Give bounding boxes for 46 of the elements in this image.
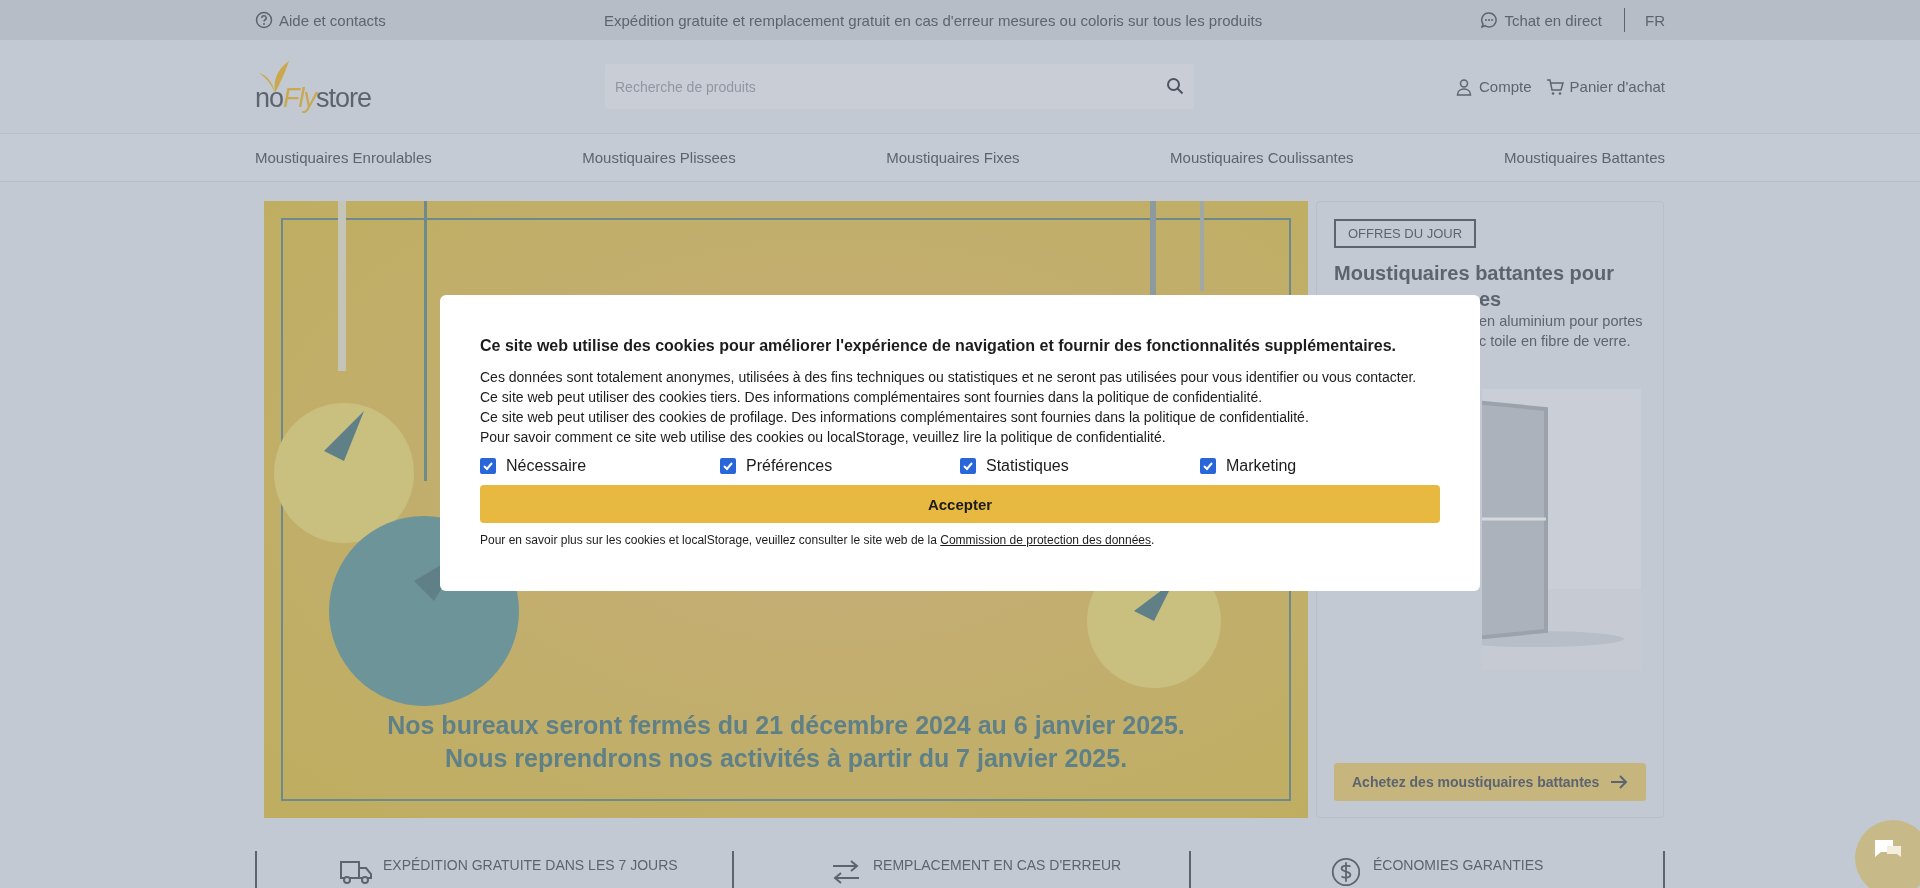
feature-label: ÉCONOMIES GARANTIES: [1373, 857, 1544, 873]
offer-title: es: [1479, 288, 1503, 311]
cart-link[interactable]: Panier d'achat: [1569, 78, 1665, 95]
dialog-footnote: Pour en savoir plus sur les cookies et localStorage, veuillez consulter le site web de la Commission de protection des données.: [480, 533, 1156, 547]
search-icon[interactable]: [1166, 77, 1184, 95]
accept-button[interactable]: Accepter: [480, 485, 1440, 523]
dialog-text: Ce site web peut utiliser des cookies de profilage. Des informations complémentaires sont fournies dans la politique de confidentialité.: [480, 408, 1310, 427]
cart-icon[interactable]: [1545, 77, 1564, 96]
nav-link[interactable]: Moustiquaires Battantes: [1504, 149, 1665, 166]
account-link[interactable]: Compte: [1479, 78, 1532, 95]
offer-badge: OFFRES DU JOUR: [1334, 219, 1477, 248]
dialog-text: Pour savoir comment ce site web utilise des cookies ou localStorage, veuillez lire la politique de confidentialité.: [480, 428, 1167, 447]
live-chat-link[interactable]: Tchat en direct: [1504, 11, 1602, 29]
help-link[interactable]: Aide et contacts: [279, 11, 386, 29]
offer-description: en aluminium pour portes: [1479, 312, 1644, 331]
user-icon[interactable]: [1455, 77, 1474, 96]
logo[interactable]: noFlystore: [255, 59, 375, 114]
checkbox-label[interactable]: Nécessaire: [506, 457, 587, 475]
feature-label: REMPLACEMENT EN CAS D'ERREUR: [873, 857, 1122, 873]
nav-link[interactable]: Moustiquaires Plissees: [582, 149, 736, 166]
checkbox[interactable]: [1200, 458, 1216, 474]
checkbox[interactable]: [720, 458, 736, 474]
language-label[interactable]: FR: [1645, 11, 1665, 29]
shop-button[interactable]: Achetez des moustiquaires battantes: [1334, 763, 1646, 801]
chat-icon: [1480, 11, 1499, 29]
checkbox[interactable]: [960, 458, 976, 474]
arrow-icon: [1610, 773, 1628, 791]
nav-link[interactable]: Moustiquaires Coulissantes: [1170, 149, 1354, 166]
search-field[interactable]: Recherche de produits: [605, 64, 1194, 109]
feature-label: EXPÉDITION GRATUITE DANS LES 7 JOURS: [383, 857, 678, 873]
checkbox-label[interactable]: Préférences: [746, 457, 833, 475]
dialog-text: Ce site web peut utiliser des cookies tiers. Des informations complémentaires sont fournies dans la politique de confidentialité.: [480, 388, 1264, 407]
checkbox-label[interactable]: Statistiques: [986, 457, 1069, 475]
banner-text: Nos bureaux seront fermés du 21 décembre 2024 au 6 janvier 2025.: [387, 711, 1185, 740]
banner-text: Nous reprendrons nos activités à partir du 7 janvier 2025.: [444, 744, 1128, 773]
checkbox[interactable]: [480, 458, 496, 474]
checkbox-label[interactable]: Marketing: [1226, 457, 1297, 475]
dollar-icon: [1329, 857, 1363, 887]
promo-text: Expédition gratuite et remplacement gratuit en cas d'erreur mesures ou coloris sur tous les produits: [604, 11, 1263, 29]
nav-link[interactable]: Moustiquaires Fixes: [886, 149, 1020, 166]
offer-description: c toile en fibre de verre.: [1479, 332, 1632, 351]
offer-title: Moustiquaires battantes pour: [1334, 262, 1616, 285]
nav-link[interactable]: Moustiquaires Enroulables: [255, 149, 432, 166]
help-icon: [255, 11, 273, 29]
dialog-title: Ce site web utilise des cookies pour améliorer l'expérience de navigation et fournir des fonctionnalités supplémentaires.: [480, 337, 1398, 355]
dialog-text: Ces données sont totalement anonymes, utilisées à des fins techniques ou statistiques et ne seront pas utilisées pour vous identifier ou vous contacter.: [480, 368, 1418, 387]
